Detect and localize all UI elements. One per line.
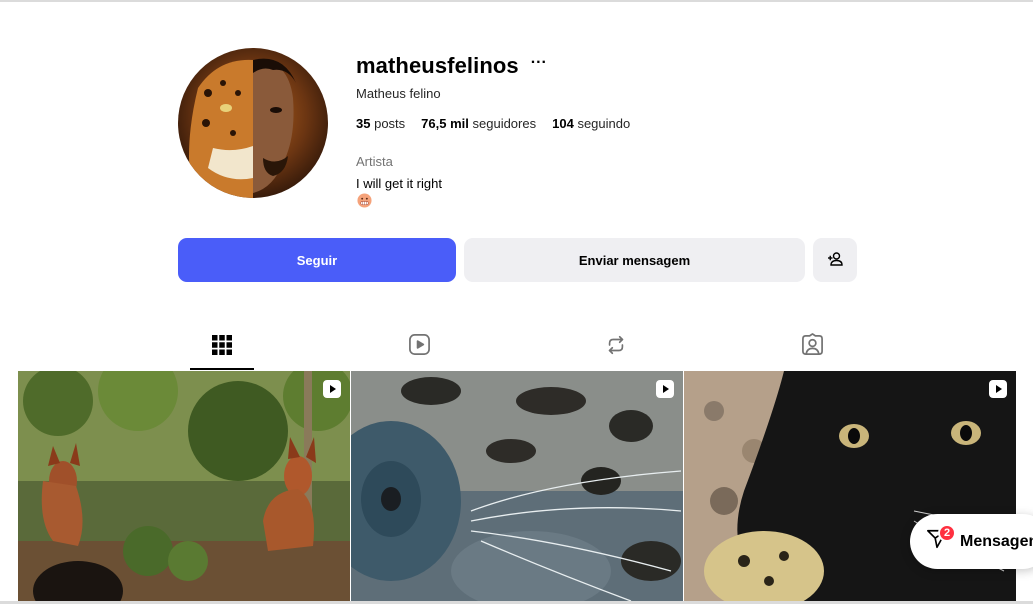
- profile-bio: I will get it right: [356, 176, 442, 191]
- profile-stats: 35 posts 76,5 mil seguidores 104 seguind…: [356, 116, 630, 131]
- reel-indicator-icon: [322, 379, 342, 399]
- following-stat[interactable]: 104 seguindo: [552, 116, 630, 131]
- messages-badge: 2: [938, 524, 956, 542]
- post-tile[interactable]: [18, 371, 350, 601]
- more-options-icon[interactable]: ···: [531, 55, 547, 77]
- profile-category: Artista: [356, 154, 393, 169]
- followers-stat[interactable]: 76,5 mil seguidores: [421, 116, 536, 131]
- suggest-users-button[interactable]: [813, 238, 857, 282]
- post-tile[interactable]: [351, 371, 683, 601]
- grimace-emoji-icon: [357, 193, 372, 208]
- posts-stat: 35 posts: [356, 116, 406, 131]
- person-add-icon: [827, 251, 843, 270]
- tab-tagged[interactable]: [780, 324, 844, 370]
- post-thumbnail-image: [351, 371, 683, 601]
- follow-button[interactable]: Seguir: [178, 238, 456, 282]
- messages-floating-button[interactable]: 2 Mensagens: [910, 514, 1033, 569]
- repost-icon: [605, 334, 627, 361]
- tab-posts[interactable]: [190, 324, 254, 370]
- reel-indicator-icon: [988, 379, 1008, 399]
- top-divider: [0, 0, 1033, 2]
- profile-full-name: Matheus felino: [356, 86, 441, 101]
- grid-icon: [212, 334, 232, 360]
- tab-reels[interactable]: [387, 324, 451, 370]
- profile-username: matheusfelinos: [356, 53, 519, 78]
- posts-grid: [18, 371, 1016, 601]
- tagged-icon: [801, 333, 824, 361]
- profile-avatar[interactable]: [178, 48, 328, 198]
- send-message-button[interactable]: Enviar mensagem: [464, 238, 805, 282]
- active-tab-indicator: [190, 368, 254, 370]
- username-row: matheusfelinos ···: [356, 52, 547, 80]
- tab-reposts[interactable]: [584, 324, 648, 370]
- reels-icon: [408, 333, 431, 361]
- reel-indicator-icon: [655, 379, 675, 399]
- post-thumbnail-image: [18, 371, 350, 601]
- messages-label: Mensagens: [960, 532, 1033, 550]
